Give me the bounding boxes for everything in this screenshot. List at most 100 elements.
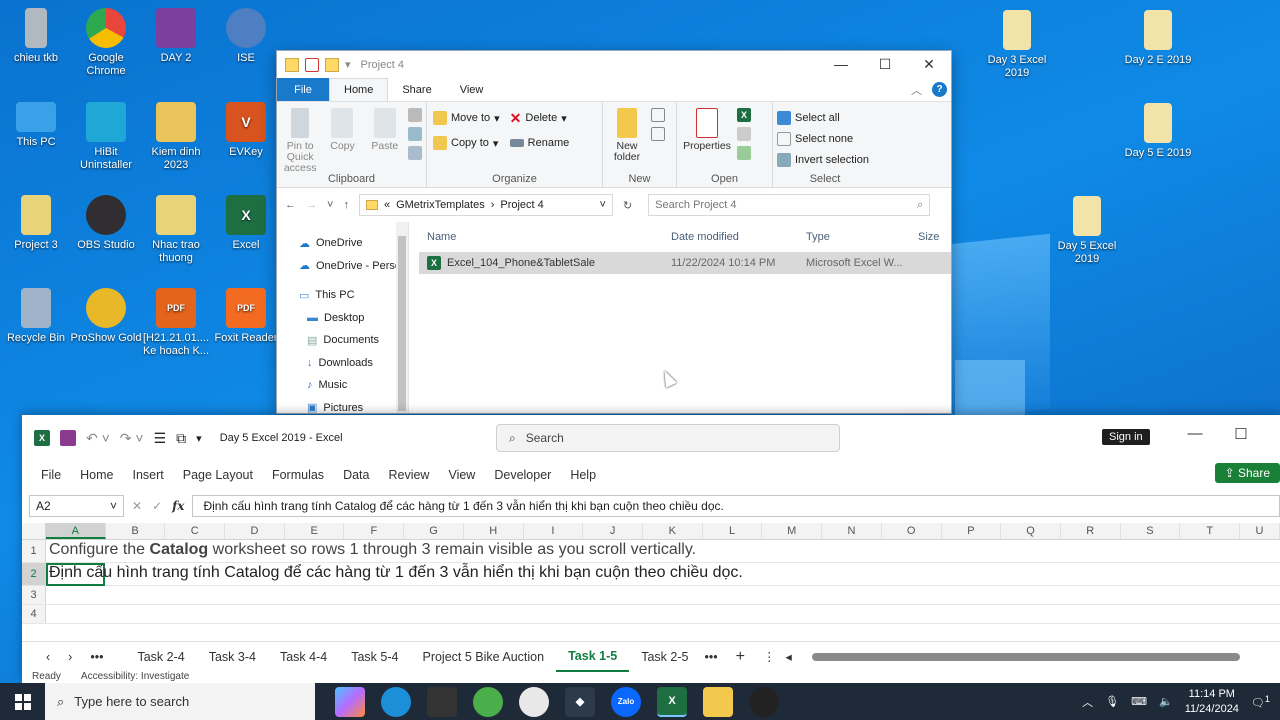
invert-selection-button[interactable]: Invert selection [777, 150, 869, 170]
excel-taskbar-icon[interactable]: X [657, 686, 687, 717]
undo-icon[interactable]: ↶ ˅ [86, 430, 110, 447]
column-header[interactable]: A [45, 523, 106, 539]
maximize-button[interactable]: ☐ [1218, 425, 1264, 443]
select-all-corner[interactable] [22, 523, 46, 539]
delete-button[interactable]: ✕ Delete ▾ [510, 108, 570, 128]
chevron-up-icon[interactable]: ︿ [1082, 694, 1093, 710]
menu-developer[interactable]: Developer [494, 468, 551, 482]
tab-file[interactable]: File [277, 78, 329, 101]
column-header[interactable]: I [524, 523, 584, 539]
recorder-icon[interactable] [749, 686, 779, 717]
paste-button[interactable]: Paste [366, 106, 404, 171]
next-sheet-icon[interactable]: › [68, 650, 72, 664]
breadcrumb-project4[interactable]: Project 4 [500, 199, 543, 211]
address-bar[interactable]: « GMetrixTemplates › Project 4 ˅ [358, 194, 613, 216]
new-item-icon[interactable] [651, 108, 665, 122]
back-arrow-icon[interactable]: ← [285, 199, 296, 211]
column-size[interactable]: Size [918, 231, 939, 243]
desktop-icon-kiem-dinh[interactable]: Kiem dinh 2023 [140, 102, 212, 172]
nav-item-onedrive[interactable]: ☁ OneDrive [277, 232, 408, 255]
sheet-tab[interactable]: Task 2-5 [629, 642, 700, 672]
tab-view[interactable]: View [446, 78, 498, 101]
enter-icon[interactable]: ✓ [152, 499, 162, 513]
customize-chevron-icon[interactable]: ▾ [196, 432, 202, 445]
tab-home[interactable]: Home [329, 78, 389, 101]
column-header[interactable]: O [882, 523, 942, 539]
recent-chevron-icon[interactable]: ˅ [327, 199, 333, 211]
edit-icon[interactable] [737, 127, 751, 141]
desktop-icon-nhac-trao[interactable]: Nhac trao thuong [140, 195, 212, 265]
desktop-icon-project3[interactable]: Project 3 [0, 195, 72, 252]
column-date-modified[interactable]: Date modified [671, 231, 806, 243]
desktop-icon-day5-excel[interactable]: Day 5 Excel 2019 [1051, 196, 1123, 266]
function-icon[interactable]: fx [172, 499, 184, 513]
nav-item-onedrive-personal[interactable]: ☁ OneDrive - Person [277, 255, 408, 278]
new-folder-icon[interactable] [325, 57, 339, 72]
forward-arrow-icon[interactable]: → [306, 199, 317, 211]
nav-item-this-pc[interactable]: ▭ This PC [277, 284, 408, 307]
app-icon[interactable] [427, 686, 457, 717]
menu-home[interactable]: Home [80, 468, 113, 482]
redo-icon[interactable]: ↷ ˅ [120, 430, 144, 447]
page-icon[interactable]: ⧉ [176, 430, 186, 447]
horizontal-scrollbar[interactable] [811, 652, 1240, 661]
edge-icon[interactable] [381, 686, 411, 717]
move-to-button[interactable]: Move to ▾ [433, 108, 500, 128]
sheet-tab-active[interactable]: Task 1-5 [556, 642, 630, 672]
zalo-icon[interactable]: Zalo [611, 686, 641, 717]
history-icon[interactable] [737, 146, 751, 160]
more-icon[interactable]: ••• [704, 650, 717, 664]
taskbar-search[interactable]: ⌕ Type here to search [45, 683, 315, 720]
menu-file[interactable]: File [41, 468, 61, 482]
menu-view[interactable]: View [448, 468, 475, 482]
nav-item-downloads[interactable]: ↓ Downloads [277, 352, 408, 375]
nav-item-pictures[interactable]: ▣ Pictures [277, 397, 408, 413]
minimize-button[interactable]: — [1172, 425, 1218, 443]
desktop-icon-day5-e[interactable]: Day 5 E 2019 [1122, 103, 1194, 160]
desktop-icon-ise[interactable]: ISE [210, 8, 282, 65]
select-all-button[interactable]: Select all [777, 108, 869, 128]
column-header[interactable]: J [583, 523, 643, 539]
desktop-icon-excel[interactable]: X Excel [210, 195, 282, 252]
up-arrow-icon[interactable]: ↑ [343, 199, 349, 211]
scroll-left-icon[interactable]: ◂ [785, 649, 791, 664]
chevron-up-icon[interactable]: ︿ [911, 82, 922, 98]
shield-icon[interactable]: ◆ [565, 686, 595, 717]
sheet-tab[interactable]: Task 2-4 [125, 642, 196, 672]
desktop-icon-hibit[interactable]: HiBit Uninstaller [70, 102, 142, 172]
column-header[interactable]: F [344, 523, 405, 539]
column-name[interactable]: Name [427, 231, 671, 243]
column-header[interactable]: K [643, 523, 703, 539]
sheet-tab[interactable]: Task 5-4 [339, 642, 410, 672]
close-button[interactable]: ✕ [1264, 425, 1280, 443]
cell-a1[interactable]: Configure the Catalog worksheet so rows … [49, 541, 696, 559]
chevron-down-icon[interactable]: ▾ [345, 58, 351, 71]
nav-item-desktop[interactable]: ▬ Desktop [277, 307, 408, 330]
save-icon[interactable] [60, 430, 76, 446]
desktop-icon-day2-e[interactable]: Day 2 E 2019 [1122, 10, 1194, 67]
refresh-icon[interactable]: ↻ [623, 199, 632, 212]
copy-button[interactable]: Copy [323, 106, 361, 171]
help-icon[interactable]: ? [932, 82, 947, 97]
breadcrumb-gmetrix[interactable]: GMetrixTemplates [396, 199, 485, 211]
select-none-button[interactable]: Select none [777, 129, 869, 149]
excel-open-icon[interactable]: X [737, 108, 751, 122]
start-button[interactable] [0, 693, 45, 710]
row-header[interactable]: 4 [22, 605, 46, 623]
desktop-icon-obs[interactable]: OBS Studio [70, 195, 142, 252]
column-header[interactable]: D [225, 523, 285, 539]
desktop-icon-chrome[interactable]: Google Chrome [70, 8, 142, 78]
options-icon[interactable]: ⋮ [763, 649, 776, 664]
nav-item-documents[interactable]: ▤ Documents [277, 329, 408, 352]
desktop-icon-proshow[interactable]: ProShow Gold [70, 288, 142, 345]
list-icon[interactable]: ☰ [154, 430, 167, 447]
column-header[interactable]: T [1180, 523, 1241, 539]
close-button[interactable]: ✕ [907, 56, 951, 73]
maximize-button[interactable]: ☐ [863, 56, 907, 73]
menu-help[interactable]: Help [570, 468, 596, 482]
column-header[interactable]: E [285, 523, 345, 539]
chevron-down-icon[interactable]: ˅ [600, 199, 606, 211]
notification-icon[interactable]: 🗨1 [1251, 694, 1270, 710]
properties-icon[interactable] [305, 57, 319, 72]
column-type[interactable]: Type [806, 231, 918, 243]
